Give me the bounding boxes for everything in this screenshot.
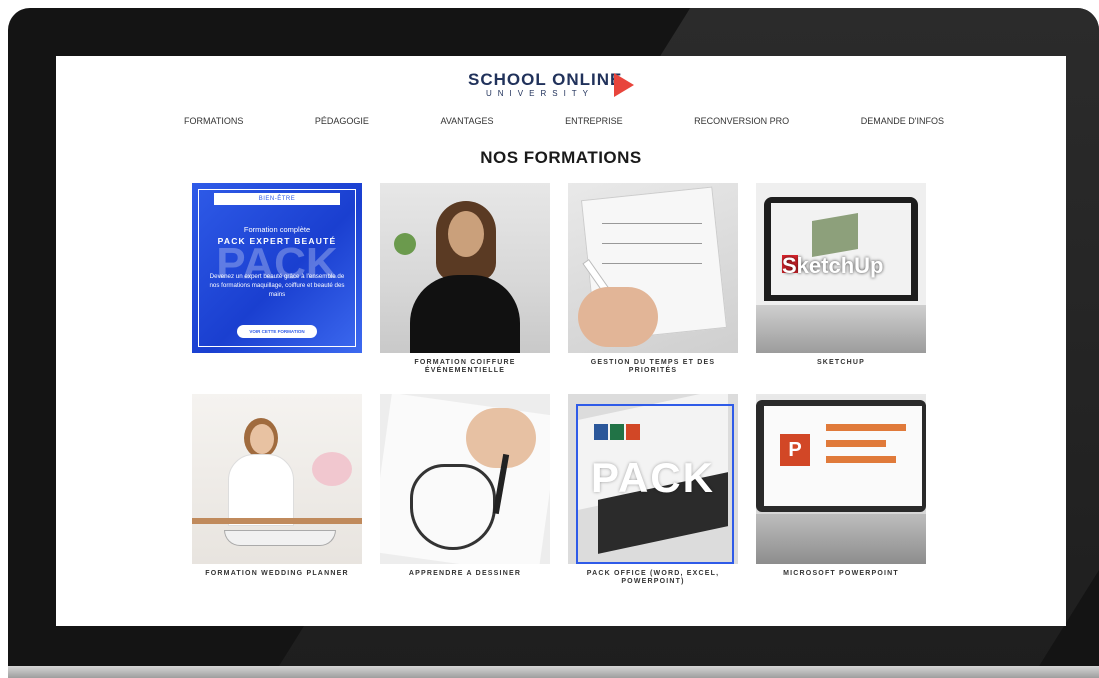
planner-line xyxy=(602,223,702,224)
course-title[interactable]: PACK OFFICE (WORD, EXCEL, POWERPOINT) xyxy=(568,570,738,586)
hand-shape xyxy=(466,408,536,468)
course-title[interactable]: GESTION DU TEMPS ET DES PRIORITÉS xyxy=(568,359,738,375)
pack-overlay-text: PACK xyxy=(591,454,715,501)
flowers-decor xyxy=(312,452,352,486)
course-card-coiffure[interactable]: FORMATION COIFFURE ÉVÉNEMENTIELLE xyxy=(380,183,550,375)
laptop-base xyxy=(8,666,1099,678)
slide-bar xyxy=(826,456,896,463)
face-shape xyxy=(448,211,484,257)
course-thumbnail[interactable] xyxy=(380,183,550,353)
course-card-wedding-planner[interactable]: FORMATION WEDDING PLANNER xyxy=(192,394,362,578)
slide-bar xyxy=(826,440,886,447)
laptop-keyboard xyxy=(756,305,926,353)
powerpoint-icon: P xyxy=(780,434,810,466)
category-tag: BIEN-ÊTRE xyxy=(214,193,340,205)
logo-subtitle: UNIVERSITY xyxy=(486,89,595,98)
course-thumbnail[interactable] xyxy=(192,394,362,564)
face-shape xyxy=(250,424,274,454)
course-title[interactable]: FORMATION COIFFURE ÉVÉNEMENTIELLE xyxy=(380,359,550,375)
course-card-gestion-temps[interactable]: GESTION DU TEMPS ET DES PRIORITÉS xyxy=(568,183,738,375)
page-title: NOS FORMATIONS xyxy=(480,148,642,167)
featured-banner[interactable]: BIEN-ÊTRE PACK Formation complète PACK E… xyxy=(192,183,362,353)
site-logo[interactable]: SCHOOL ONLINE UNIVERSITY xyxy=(468,70,638,100)
course-thumbnail[interactable] xyxy=(380,394,550,564)
table-shape xyxy=(192,518,362,524)
banner-line2: PACK EXPERT BEAUTÉ xyxy=(217,236,337,246)
planner-line xyxy=(602,243,702,244)
banner-description: Devenez un expert beauté grâce à l'ensem… xyxy=(209,273,345,298)
logo-title: SCHOOL ONLINE xyxy=(468,70,623,89)
view-course-button[interactable]: VOIR CETTE FORMATION xyxy=(237,325,317,338)
course-card-dessin[interactable]: APPRENDRE A DESSINER xyxy=(380,394,550,578)
laptop-screen: SCHOOL ONLINE UNIVERSITY FORMATIONS PÉDA… xyxy=(56,56,1066,626)
course-card-pack-office[interactable]: PACK PACK OFFICE (WORD, EXCEL, POWERPOIN… xyxy=(568,394,738,586)
course-title[interactable]: SKETCHUP xyxy=(756,359,926,367)
planner-line xyxy=(602,263,702,264)
laptop-keyboard xyxy=(756,514,926,564)
main-nav: FORMATIONS PÉDAGOGIE AVANTAGES ENTREPRIS… xyxy=(184,116,944,130)
course-thumbnail[interactable]: SketchUp xyxy=(756,183,926,353)
nav-item-entreprise[interactable]: ENTREPRISE xyxy=(565,116,623,130)
course-title[interactable]: FORMATION WEDDING PLANNER xyxy=(192,570,362,578)
course-card-powerpoint[interactable]: P MICROSOFT POWERPOINT xyxy=(756,394,926,578)
course-title[interactable]: MICROSOFT POWERPOINT xyxy=(756,570,926,578)
slide-bar xyxy=(826,424,906,431)
body-shape xyxy=(228,454,294,526)
just-married-banner xyxy=(224,530,336,546)
nav-item-avantages[interactable]: AVANTAGES xyxy=(440,116,493,130)
plant-decor xyxy=(394,233,416,255)
sketched-face xyxy=(410,464,496,550)
course-card-pack-expert-beaute[interactable]: BIEN-ÊTRE PACK Formation complète PACK E… xyxy=(192,183,362,353)
banner-line1: Formation complète xyxy=(243,225,311,234)
course-card-sketchup[interactable]: SketchUp SKETCHUP xyxy=(756,183,926,367)
sketchup-logo: SketchUp xyxy=(782,253,884,278)
course-thumbnail[interactable]: P xyxy=(756,394,926,564)
course-thumbnail[interactable]: PACK xyxy=(568,394,738,564)
nav-item-demande-infos[interactable]: DEMANDE D'INFOS xyxy=(861,116,944,130)
course-thumbnail[interactable] xyxy=(568,183,738,353)
nav-item-pedagogie[interactable]: PÉDAGOGIE xyxy=(315,116,369,130)
hand-shape xyxy=(578,287,658,347)
nav-item-reconversion-pro[interactable]: RECONVERSION PRO xyxy=(694,116,789,130)
nav-item-formations[interactable]: FORMATIONS xyxy=(184,116,243,130)
course-title[interactable]: APPRENDRE A DESSINER xyxy=(380,570,550,578)
body-shape xyxy=(410,275,520,353)
play-icon xyxy=(614,73,634,97)
